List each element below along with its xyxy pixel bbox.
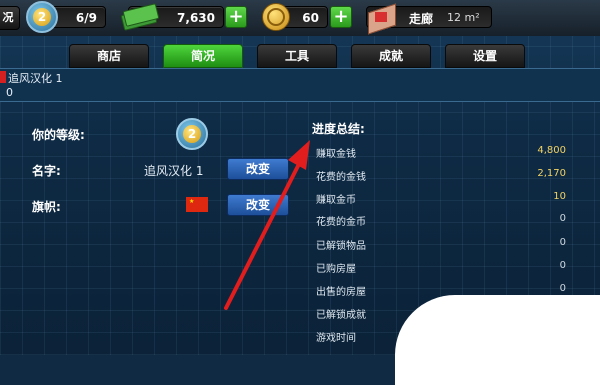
- tab-achievements[interactable]: 成就: [351, 44, 431, 68]
- level-badge-icon: 2: [26, 1, 58, 33]
- room-name: 走廊: [409, 12, 434, 26]
- stat-label: 赚取金币: [316, 195, 356, 206]
- stat-label: 已解锁物品: [316, 241, 366, 252]
- stat-value: 0: [559, 213, 566, 224]
- player-name-row-text: 追风汉化 1: [8, 72, 63, 85]
- room-size: 12 m²: [447, 11, 480, 24]
- stat-label: 已购房屋: [316, 264, 356, 275]
- profile-menu-label: 况: [2, 11, 14, 24]
- tab-overview-label: 简况: [190, 49, 215, 63]
- flag-label: 旗帜:: [32, 200, 61, 214]
- china-flag-icon: ★: [186, 197, 208, 212]
- player-value-row-text: 0: [6, 86, 13, 99]
- stat-value: 0: [559, 260, 566, 271]
- tab-shop-label: 商店: [96, 49, 121, 63]
- add-coins-button[interactable]: +: [330, 6, 352, 28]
- player-value-row: 0: [0, 85, 600, 102]
- tab-tools-label: 工具: [284, 49, 309, 63]
- stat-value: 2,170: [537, 168, 566, 179]
- profile-menu-button[interactable]: 况: [0, 6, 20, 30]
- coins-value: 60: [302, 11, 319, 25]
- room-icon: [366, 2, 396, 35]
- stat-label: 花费的金钱: [316, 172, 366, 183]
- progress-title: 进度总结:: [312, 122, 365, 136]
- change-flag-button[interactable]: 改变: [227, 194, 289, 216]
- tab-tools[interactable]: 工具: [257, 44, 337, 68]
- stat-label: 游戏时间: [316, 333, 356, 344]
- tab-settings[interactable]: 设置: [445, 44, 525, 68]
- stat-value: 10: [553, 191, 566, 202]
- white-overlay-shape: [395, 295, 600, 385]
- level-medal-icon: 2: [176, 118, 208, 150]
- player-name-row: 追风汉化 1: [0, 68, 600, 85]
- change-flag-button-label: 改变: [245, 198, 270, 212]
- stat-value: 0: [559, 237, 566, 248]
- add-money-button[interactable]: +: [225, 6, 247, 28]
- tab-overview[interactable]: 简况: [163, 44, 243, 68]
- flag-marker: [0, 71, 6, 83]
- level-badge-number: 2: [33, 8, 51, 26]
- change-name-button[interactable]: 改变: [227, 158, 289, 180]
- top-status-bar: 况 6/9 2 7,630 + 60 + 走廊 12 m²: [0, 0, 600, 36]
- name-label: 名字:: [32, 164, 61, 178]
- name-value: 追风汉化 1: [144, 164, 204, 178]
- stat-value: 4,800: [537, 145, 566, 156]
- level-progress-value: 6/9: [75, 11, 97, 25]
- tab-shop[interactable]: 商店: [69, 44, 149, 68]
- cash-stack-icon: [120, 3, 160, 31]
- gold-coin-icon: [262, 3, 290, 31]
- stat-label: 出售的房屋: [316, 287, 366, 298]
- level-medal-number: 2: [183, 125, 201, 143]
- money-value: 7,630: [177, 11, 215, 25]
- stat-value: 0: [559, 283, 566, 294]
- tab-achievements-label: 成就: [378, 49, 403, 63]
- stat-label: 花费的金币: [316, 217, 366, 228]
- stat-label: 赚取金钱: [316, 149, 356, 160]
- stat-label: 已解锁成就: [316, 310, 366, 321]
- change-name-button-label: 改变: [245, 162, 270, 176]
- tab-settings-label: 设置: [472, 49, 497, 63]
- level-label: 你的等级:: [32, 128, 85, 142]
